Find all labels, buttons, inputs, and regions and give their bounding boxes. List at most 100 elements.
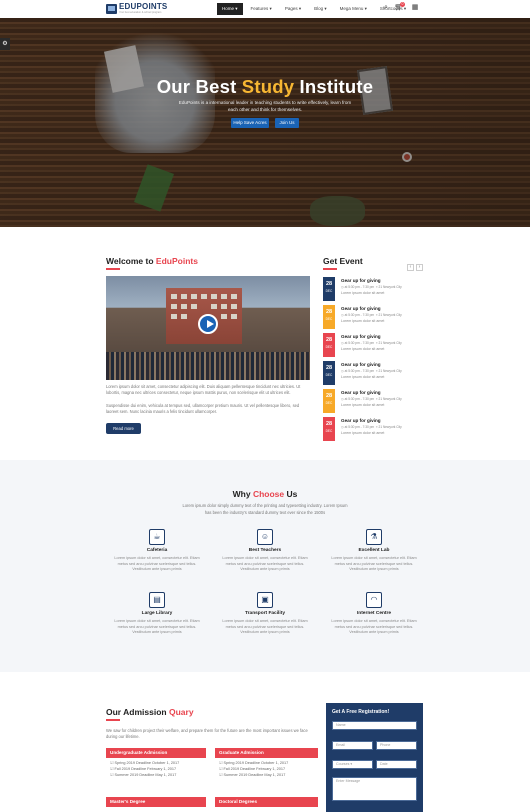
welcome-paragraph-1: Lorem ipsum dolor sit amet, consectetur … xyxy=(106,384,301,396)
event-desc: Lorem ipsum dolor sit amet xyxy=(341,291,385,295)
campus-video[interactable] xyxy=(106,276,310,380)
join-us-button[interactable]: Join Us xyxy=(275,118,299,128)
event-meta: ◷ at 5:30 pm - 7:30 pm ⌖ 21 Newyork City xyxy=(341,425,402,429)
feature-title: Internet Centre xyxy=(356,611,392,616)
feature-title: Excellent Lab xyxy=(358,548,390,553)
list-item: Summer 2019 Deadline May 1, 2017 xyxy=(110,772,179,778)
event-meta: ◷ at 5:30 pm - 7:30 pm ⌖ 21 Newyork City xyxy=(341,313,402,317)
doctoral-degrees-header[interactable]: Doctoral Degrees xyxy=(215,797,318,807)
events-next-button[interactable]: › xyxy=(416,264,423,271)
feature-internet-centre: ◠ Internet Centre Lorem ipsum dolor sit … xyxy=(319,592,429,636)
event-item[interactable]: 28 DEC Gear up for giving ◷ at 5:30 pm - 7:… xyxy=(323,389,423,413)
event-desc: Lorem ipsum dolor sit amet xyxy=(341,403,385,407)
courses-select[interactable]: Courses ▾ xyxy=(332,760,373,769)
logo-icon xyxy=(106,4,117,14)
event-date-badge: 28 DEC xyxy=(323,361,335,385)
event-meta: ◷ at 5:30 pm - 7:30 pm ⌖ 21 Newyork City xyxy=(341,369,402,373)
welcome-underline xyxy=(106,268,120,270)
event-desc: Lorem ipsum dolor sit amet xyxy=(341,431,385,435)
graduate-deadlines: Spring 2019 Deadline October 1, 2017 Fal… xyxy=(219,760,288,778)
event-date-badge: 28 DEC xyxy=(323,333,335,357)
event-day: 28 xyxy=(325,337,333,343)
nav-blog[interactable]: Blog ▾ xyxy=(309,3,332,15)
event-day: 28 xyxy=(325,421,333,427)
events-underline xyxy=(323,268,337,270)
nav-mega-menu[interactable]: Mega Menu ▾ xyxy=(335,3,372,15)
nav-pages[interactable]: Pages ▾ xyxy=(280,3,306,15)
event-date-badge: 28 DEC xyxy=(323,305,335,329)
feature-excellent-lab: ⚗ Excellent Lab Lorem ipsum dolor sit am… xyxy=(319,529,429,573)
search-icon[interactable]: ⌕ xyxy=(381,3,391,13)
event-title[interactable]: Gear up for giving xyxy=(341,390,381,395)
hero-subtitle: EduPoints is a international leader in t… xyxy=(178,100,352,112)
event-title[interactable]: Gear up for giving xyxy=(341,362,381,367)
event-item[interactable]: 28 DEC Gear up for giving ◷ at 5:30 pm - 7:… xyxy=(323,361,423,385)
lab-icon: ⚗ xyxy=(366,529,382,545)
event-title[interactable]: Gear up for giving xyxy=(341,334,381,339)
help-save-acres-button[interactable]: Help Save Acres xyxy=(231,118,269,128)
event-day: 28 xyxy=(325,281,333,287)
event-date-badge: 28 DEC xyxy=(323,389,335,413)
event-month: DEC xyxy=(325,317,333,321)
event-desc: Lorem ipsum dolor sit amet xyxy=(341,347,385,351)
graduate-admission-header[interactable]: Graduate Admission xyxy=(215,748,318,758)
event-item[interactable]: 28 DEC Gear up for giving ◷ at 5:30 pm - 7:… xyxy=(323,333,423,357)
name-field[interactable]: Name xyxy=(332,721,417,730)
hero-banner: Our Best Study Institute EduPoints is a … xyxy=(0,18,530,227)
feature-desc: Lorem ipsum dolor sit amet, consectetur … xyxy=(114,556,200,572)
event-month: DEC xyxy=(325,345,333,349)
event-month: DEC xyxy=(325,289,333,293)
event-date-badge: 28 DEC xyxy=(323,277,335,301)
event-desc: Lorem ipsum dolor sit amet xyxy=(341,319,385,323)
event-item[interactable]: 28 DEC Gear up for giving ◷ at 5:30 pm - 7:… xyxy=(323,277,423,301)
event-title[interactable]: Gear up for giving xyxy=(341,306,381,311)
event-day: 28 xyxy=(325,365,333,371)
event-item[interactable]: 28 DEC Gear up for giving ◷ at 5:30 pm - 7:… xyxy=(323,417,423,441)
feature-title: Best Teachers xyxy=(248,548,282,553)
why-title: Why Choose Us xyxy=(232,489,298,499)
event-desc: Lorem ipsum dolor sit amet xyxy=(341,375,385,379)
feature-desc: Lorem ipsum dolor sit amet, consectetur … xyxy=(114,619,200,635)
event-month: DEC xyxy=(325,401,333,405)
feature-desc: Lorem ipsum dolor sit amet, consectetur … xyxy=(331,619,417,635)
date-field[interactable]: Date xyxy=(376,760,417,769)
event-meta: ◷ at 5:30 pm - 7:30 pm ⌖ 21 Newyork City xyxy=(341,341,402,345)
feature-transport-facility: ▣ Transport Facility Lorem ipsum dolor s… xyxy=(210,592,320,636)
teacher-icon: ☺ xyxy=(257,529,273,545)
play-icon[interactable] xyxy=(198,314,218,334)
admission-section xyxy=(0,672,530,812)
admission-title: Our Admission Quary xyxy=(106,707,194,717)
nav-home[interactable]: Home ▾ xyxy=(217,3,243,15)
phone-field[interactable]: Phone xyxy=(376,741,417,750)
why-subtitle-1: Lorem ipsum dolor simply dummy text of t… xyxy=(182,503,348,508)
admission-underline xyxy=(106,719,120,721)
form-title: Get A Free Registration! xyxy=(332,709,390,715)
grid-icon[interactable]: ▦ xyxy=(410,3,420,13)
logo-tagline: Your best education & school program xyxy=(119,11,162,14)
why-subtitle-2: has been the industry's standard dummy t… xyxy=(204,510,326,515)
event-month: DEC xyxy=(325,373,333,377)
logo[interactable]: EDUPOINTS Your best education & school p… xyxy=(106,2,167,16)
admission-intro: We saw for children project their welfar… xyxy=(106,728,308,740)
email-field[interactable]: Email xyxy=(332,741,373,750)
feature-large-library: ▤ Large Library Lorem ipsum dolor sit am… xyxy=(102,592,212,636)
undergraduate-admission-header[interactable]: Undergraduate Admission xyxy=(106,748,206,758)
nav-features[interactable]: Features ▾ xyxy=(246,3,277,15)
feature-cafeteria: ☕︎ Cafeteria Lorem ipsum dolor sit amet,… xyxy=(102,529,212,573)
event-date-badge: 28 DEC xyxy=(323,417,335,441)
event-title[interactable]: Gear up for giving xyxy=(341,278,381,283)
welcome-paragraph-2: Suspendisse dui enim, vehicula at tempus… xyxy=(106,403,300,415)
read-more-button[interactable]: Read more xyxy=(106,423,141,434)
events-prev-button[interactable]: ‹ xyxy=(407,264,414,271)
site-header: EDUPOINTS Your best education & school p… xyxy=(0,0,530,18)
masters-degree-header[interactable]: Master's Degree xyxy=(106,797,206,807)
event-meta: ◷ at 5:30 pm - 7:30 pm ⌖ 21 Newyork City xyxy=(341,285,402,289)
welcome-title: Welcome to EduPoints xyxy=(106,256,198,266)
list-item: Summer 2019 Deadline May 1, 2017 xyxy=(219,772,288,778)
settings-toggle-icon[interactable]: ⚙ xyxy=(0,38,10,50)
event-item[interactable]: 28 DEC Gear up for giving ◷ at 5:30 pm - 7:… xyxy=(323,305,423,329)
event-title[interactable]: Gear up for giving xyxy=(341,418,381,423)
cafeteria-icon: ☕︎ xyxy=(149,529,165,545)
feature-desc: Lorem ipsum dolor sit amet, consectetur … xyxy=(222,619,308,635)
message-field[interactable]: Enter Message xyxy=(332,777,417,801)
